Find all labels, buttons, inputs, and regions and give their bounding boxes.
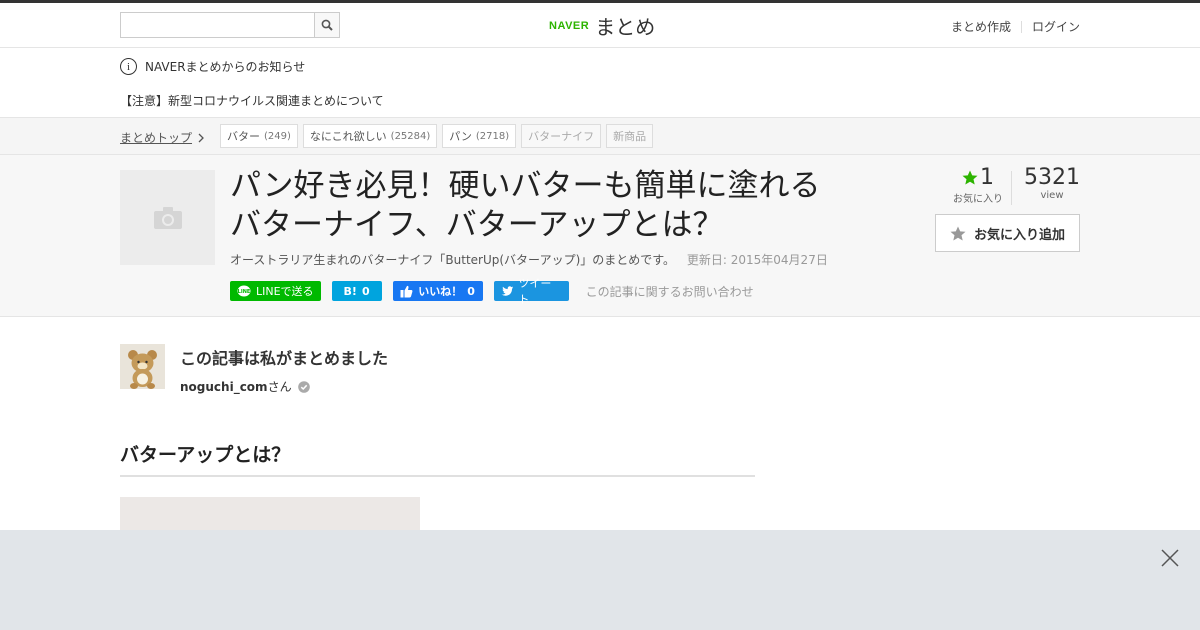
section-heading: バターアップとは？ bbox=[120, 440, 755, 477]
site-logo[interactable]: NAVER まとめ bbox=[549, 11, 655, 40]
author-suffix: さん bbox=[267, 380, 292, 394]
search-button[interactable] bbox=[314, 13, 339, 37]
breadcrumb-top-link[interactable]: まとめトップ bbox=[120, 129, 205, 146]
article-title: パン好き必見！硬いバターも簡単に塗れるバターナイフ、バターアップとは？ bbox=[230, 168, 821, 243]
svg-text:LINE: LINE bbox=[238, 289, 251, 295]
search-box bbox=[120, 12, 340, 38]
stats-divider bbox=[1011, 171, 1012, 205]
notice-area: i NAVERまとめからのお知らせ 【注意】新型コロナウイルス関連まとめについて bbox=[0, 48, 1200, 118]
favorites-count-row: 1 bbox=[945, 165, 1011, 190]
close-icon bbox=[1161, 549, 1179, 567]
tag-label: 新商品 bbox=[613, 130, 647, 143]
link-divider bbox=[1020, 20, 1022, 33]
favorites-count: 1 bbox=[980, 165, 994, 190]
tag-count: (25284) bbox=[390, 130, 431, 142]
views-count: 5321 bbox=[1024, 165, 1080, 190]
add-favorite-label: お気に入り追加 bbox=[973, 227, 1065, 243]
chevron-right-icon bbox=[198, 133, 204, 142]
notice-title[interactable]: NAVERまとめからのお知らせ bbox=[145, 58, 305, 75]
article-stats: 1 お気に入り 5321 view bbox=[945, 165, 1080, 205]
author-name-row: noguchi_comさん bbox=[180, 378, 388, 395]
tag-bread[interactable]: パン (2718) bbox=[442, 124, 517, 148]
tag-label: パン bbox=[449, 130, 472, 143]
camera-icon bbox=[153, 206, 182, 229]
author-info: この記事は私がまとめました noguchi_comさん bbox=[180, 344, 388, 395]
notice-header: i NAVERまとめからのお知らせ bbox=[120, 58, 305, 75]
line-icon: LINE bbox=[237, 285, 251, 296]
facebook-like-count: 0 bbox=[467, 284, 475, 298]
notice-message[interactable]: 【注意】新型コロナウイルス関連まとめについて bbox=[120, 92, 384, 109]
verified-check-icon bbox=[297, 380, 310, 393]
tag-butter-knife[interactable]: バターナイフ bbox=[521, 124, 602, 148]
share-bar: LINE LINEで送る B! 0 いいね！ 0 ツイート この記事に関するお問… bbox=[230, 277, 754, 306]
facebook-like-label: いいね！ bbox=[418, 285, 463, 298]
bear-avatar-icon bbox=[120, 344, 165, 389]
login-link[interactable]: ログイン bbox=[1032, 18, 1080, 35]
star-icon bbox=[950, 226, 966, 240]
tag-list: バター (249) なにこれ欲しい (25284) パン (2718) バターナ… bbox=[220, 124, 654, 148]
favorites-stat: 1 お気に入り bbox=[945, 165, 1011, 205]
tag-label: バター bbox=[227, 130, 260, 143]
info-icon: i bbox=[120, 58, 137, 75]
tag-count: (249) bbox=[264, 130, 291, 142]
author-name: noguchi_com bbox=[180, 380, 268, 394]
twitter-tweet-label: ツイート bbox=[518, 277, 552, 306]
line-share-label: LINEで送る bbox=[256, 285, 314, 298]
facebook-like-button[interactable]: いいね！ 0 bbox=[392, 281, 483, 301]
header-links: まとめ作成 ログイン bbox=[951, 18, 1080, 35]
breadcrumb-top-label: まとめトップ bbox=[120, 131, 193, 145]
tag-want[interactable]: なにこれ欲しい (25284) bbox=[302, 124, 438, 148]
tag-count: (2718) bbox=[475, 130, 510, 142]
thumbs-up-icon bbox=[400, 285, 413, 297]
bottom-ad-overlay bbox=[0, 530, 1200, 630]
author-heading: この記事は私がまとめました bbox=[180, 349, 389, 368]
views-stat: 5321 view bbox=[1024, 165, 1080, 205]
search-icon bbox=[321, 19, 333, 31]
author-name-wrap[interactable]: noguchi_comさん bbox=[180, 378, 292, 395]
twitter-tweet-button[interactable]: ツイート bbox=[493, 277, 569, 306]
twitter-bird-icon bbox=[501, 285, 513, 296]
site-header: NAVER まとめ まとめ作成 ログイン bbox=[0, 3, 1200, 48]
logo-brand: NAVER bbox=[549, 19, 590, 32]
inquiry-link[interactable]: この記事に関するお問い合わせ bbox=[586, 283, 754, 300]
avatar[interactable] bbox=[120, 344, 165, 389]
tag-butter[interactable]: バター (249) bbox=[220, 124, 298, 148]
logo-name: まとめ bbox=[595, 15, 656, 39]
create-matome-link[interactable]: まとめ作成 bbox=[951, 18, 1011, 35]
hatena-icon: B! bbox=[343, 284, 357, 298]
article-description: オーストラリア生まれのバターナイフ「ButterUp(バターアップ)」のまとめで… bbox=[230, 251, 828, 268]
add-favorite-button[interactable]: お気に入り追加 bbox=[935, 214, 1080, 252]
breadcrumb: まとめトップ バター (249) なにこれ欲しい (25284) パン (271… bbox=[0, 118, 1200, 155]
tag-label: なにこれ欲しい bbox=[309, 130, 387, 143]
tag-label: バターナイフ bbox=[528, 130, 595, 143]
article-thumbnail bbox=[120, 170, 215, 265]
hatena-count: 0 bbox=[361, 284, 370, 298]
close-button[interactable] bbox=[1160, 548, 1180, 568]
updated-date: 更新日: 2015年04月27日 bbox=[686, 253, 828, 267]
author-box: この記事は私がまとめました noguchi_comさん bbox=[120, 344, 388, 395]
star-icon bbox=[962, 170, 978, 185]
description-text: オーストラリア生まれのバターナイフ「ButterUp(バターアップ)」のまとめで… bbox=[230, 253, 676, 267]
tag-new-product[interactable]: 新商品 bbox=[606, 124, 654, 148]
search-input[interactable] bbox=[121, 13, 314, 37]
views-label: view bbox=[1040, 190, 1064, 201]
favorites-label: お気に入り bbox=[953, 194, 1003, 205]
article-header: パン好き必見！硬いバターも簡単に塗れるバターナイフ、バターアップとは？ オースト… bbox=[0, 155, 1200, 317]
line-share-button[interactable]: LINE LINEで送る bbox=[230, 281, 321, 301]
hatena-bookmark-button[interactable]: B! 0 bbox=[331, 281, 382, 301]
